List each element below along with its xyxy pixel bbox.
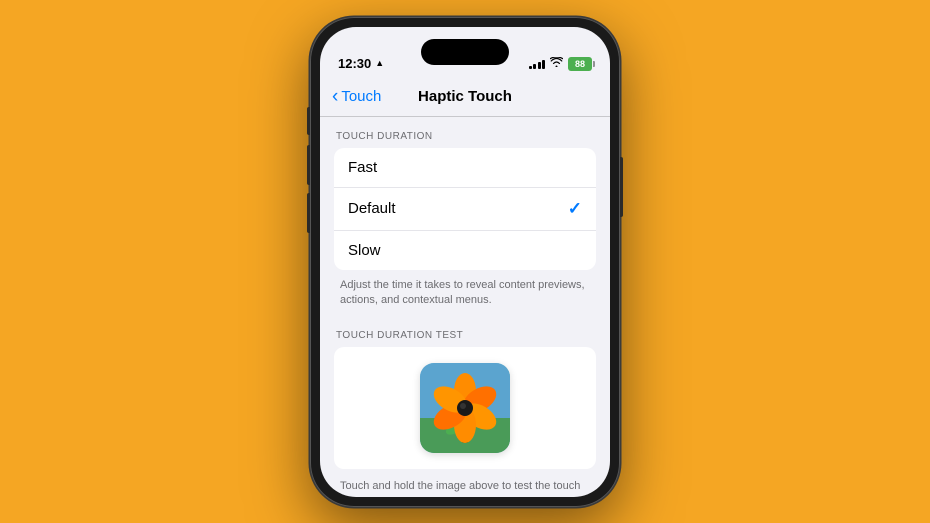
phone-screen: 12:30 ▲ <box>320 27 610 497</box>
slow-label: Slow <box>348 242 381 259</box>
location-icon: ▲ <box>375 58 384 68</box>
touch-duration-list: Fast Default ✓ Slow <box>334 148 596 270</box>
page-content: TOUCH DURATION Fast Default ✓ Slow Adjus… <box>320 117 610 497</box>
list-item-default[interactable]: Default ✓ <box>334 188 596 231</box>
mute-button <box>307 107 310 135</box>
dynamic-island <box>421 39 509 65</box>
list-item-slow[interactable]: Slow <box>334 231 596 270</box>
back-chevron-icon: ‹ <box>332 87 338 106</box>
touch-test-card <box>334 347 596 469</box>
signal-icon <box>529 58 546 69</box>
status-time: 12:30 ▲ <box>338 56 384 71</box>
section-header-touch-duration: TOUCH DURATION <box>320 117 610 148</box>
status-right-icons: 88 <box>529 57 593 71</box>
back-button[interactable]: ‹ Touch <box>332 87 381 106</box>
test-flower-image[interactable] <box>420 363 510 453</box>
battery-icon: 88 <box>568 57 592 71</box>
selected-checkmark-icon: ✓ <box>568 199 582 219</box>
touch-duration-description: Adjust the time it takes to reveal conte… <box>320 270 610 313</box>
wifi-icon <box>550 57 563 70</box>
section-header-touch-test: TOUCH DURATION TEST <box>320 312 610 347</box>
power-button <box>620 157 623 217</box>
volume-down-button <box>307 193 310 233</box>
list-item-fast[interactable]: Fast <box>334 148 596 188</box>
back-label[interactable]: Touch <box>341 88 381 105</box>
time-display: 12:30 <box>338 56 371 71</box>
fast-label: Fast <box>348 159 377 176</box>
navigation-bar: ‹ Touch Haptic Touch <box>320 77 610 117</box>
phone-frame: 12:30 ▲ <box>310 17 620 507</box>
default-label: Default <box>348 200 396 217</box>
page-title: Haptic Touch <box>418 88 512 105</box>
test-description: Touch and hold the image above to test t… <box>320 469 610 496</box>
volume-up-button <box>307 145 310 185</box>
